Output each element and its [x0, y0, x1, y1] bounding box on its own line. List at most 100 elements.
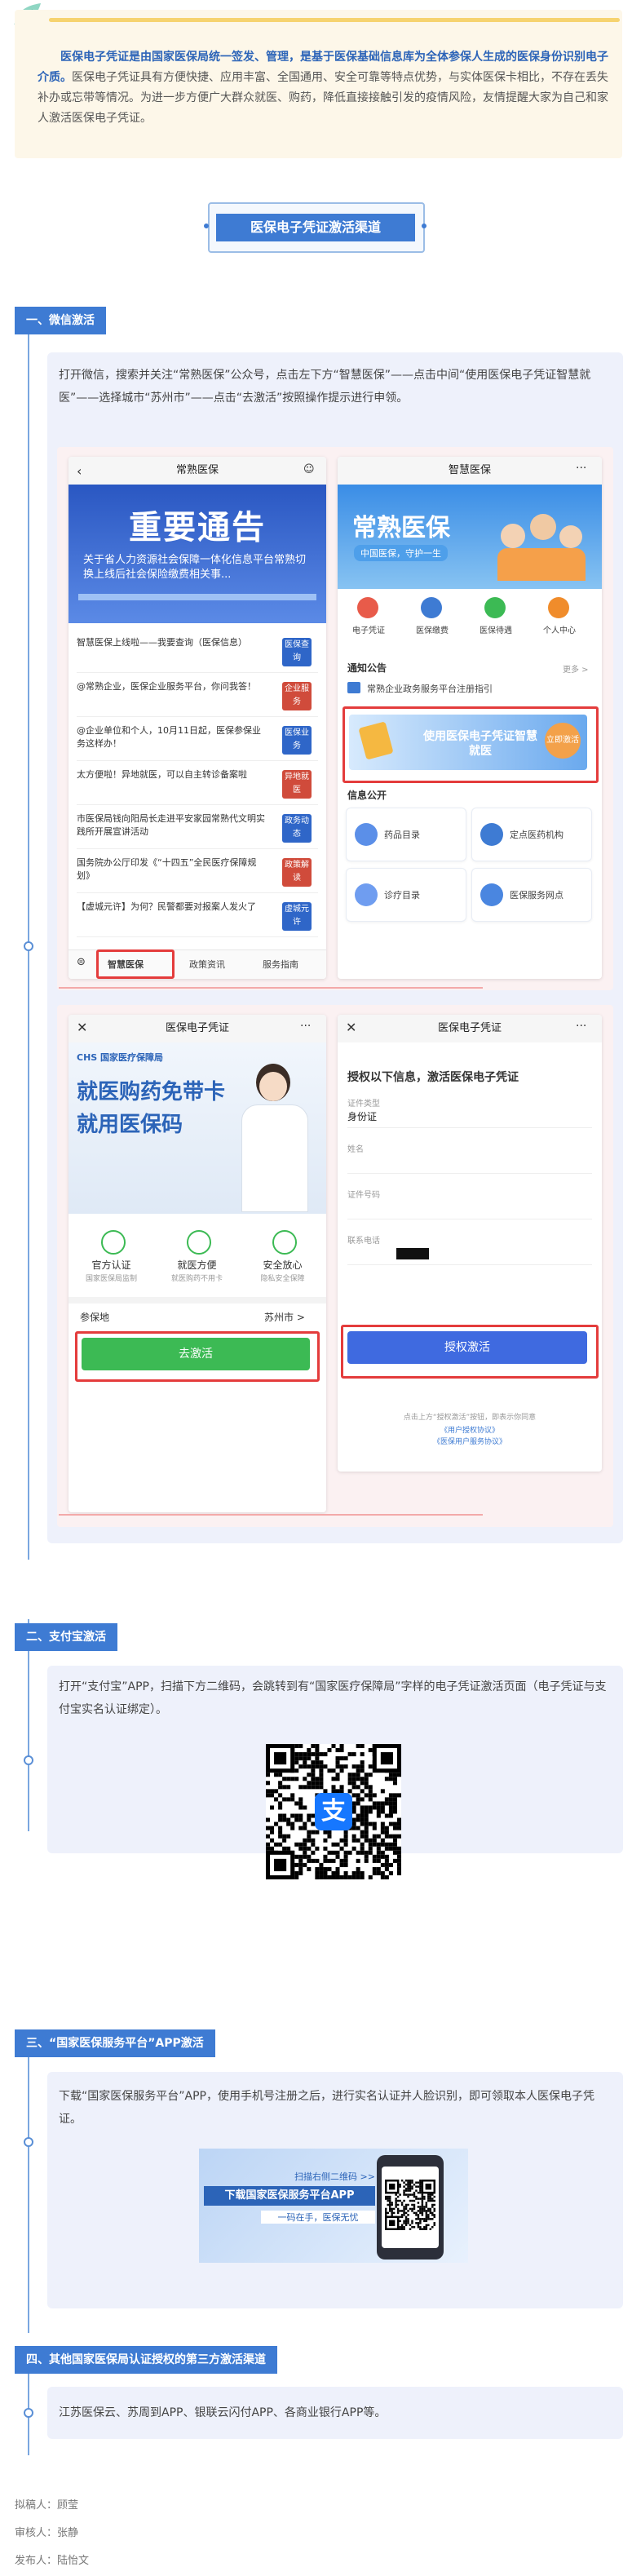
article-title: 智慧医保上线啦——我要查询（医保信息） [77, 637, 247, 648]
quick-icon-2[interactable] [484, 597, 506, 618]
article-item[interactable]: 太方便啦！异地就医，可以自主转诊备案啦 异地就医 [77, 764, 318, 805]
close-icon[interactable]: ✕ [346, 1020, 356, 1035]
info-card[interactable]: 定点医药机构 [471, 808, 592, 861]
quick-icon-3[interactable] [548, 597, 569, 618]
info-card-icon [355, 823, 378, 846]
timeline-dot-2 [24, 1755, 33, 1765]
intro-accent-bar [49, 18, 620, 22]
phone4-titlebar: 医保电子凭证 [338, 1015, 602, 1042]
article-tag: 医保业务 [282, 726, 312, 755]
more-icon[interactable]: ··· [576, 1020, 586, 1033]
redaction-mask [396, 1248, 429, 1259]
feature-icon [187, 1230, 211, 1255]
tab-guide[interactable]: 服务指南 [263, 958, 298, 971]
quick-icon-0[interactable] [357, 597, 378, 618]
alipay-icon: 支 [315, 1793, 352, 1830]
feature-sub: 隐私安全保障 [260, 1275, 305, 1283]
keyboard-icon[interactable]: ⊜ [77, 956, 86, 968]
place-value[interactable]: 苏州市 > [264, 1310, 305, 1324]
brand-slogan: 中国医保，守护一生 [354, 545, 448, 561]
article-title: @企业单位和个人，10月11日起，医保参保业务这样办！ [77, 725, 261, 749]
use-card-text: 使用医保电子凭证智慧就医 [423, 730, 537, 758]
activate-now-button[interactable]: 立即激活 [545, 723, 581, 759]
user-icon[interactable]: ☺ [303, 463, 315, 476]
quick-icon-label: 个人中心 [543, 626, 576, 635]
field-value: 身份证 [347, 1111, 378, 1122]
section-3-text: 下载“国家医保服务平台”APP，使用手机号注册之后，进行实名认证并人脸识别，即可… [59, 2090, 594, 2126]
info-card-label: 医保服务网点 [510, 890, 563, 901]
section-2-text: 打开“支付宝”APP，扫描下方二维码，会跳转到有“国家医疗保障局”字样的电子凭证… [59, 1680, 607, 1716]
more-icon[interactable]: ··· [576, 462, 586, 475]
more-link[interactable]: 更多 > [563, 662, 589, 675]
user-agreement-link[interactable]: 《用户授权协议》 [338, 1424, 602, 1435]
row1-divider [59, 987, 483, 989]
brand-title: 常熟医保 [352, 514, 450, 542]
service-agreement-link[interactable]: 《医保用户服务协议》 [338, 1436, 602, 1446]
authorize-activate-button[interactable]: 授权激活 [347, 1331, 587, 1364]
go-activate-button[interactable]: 去激活 [82, 1338, 310, 1370]
field-label: 联系电话 [347, 1237, 380, 1246]
timeline-line-3 [28, 2056, 29, 2333]
banner-dot-right [422, 224, 426, 228]
promo-line-1: 就医购药免带卡 [77, 1080, 226, 1104]
notice-dots [78, 594, 316, 600]
article-item[interactable]: 国务院办公厅印发《“十四五”全民医疗保障规划》 政策解读 [77, 852, 318, 893]
article-item[interactable]: 智慧医保上线啦——我要查询（医保信息） 医保查询 [77, 631, 318, 673]
footer-author: 拟稿人：顾莹 [15, 2499, 79, 2512]
tab-smart-medical[interactable]: 智慧医保 [108, 958, 144, 971]
phone-mockup [377, 2155, 444, 2260]
quick-icon-1[interactable] [421, 597, 442, 618]
banner-dot-left [204, 224, 209, 228]
notice-item[interactable]: 常熟企业政务服务平台注册指引 [367, 682, 493, 695]
download-app-label: 下载国家医保服务平台APP [204, 2186, 375, 2206]
section-2-heading: 二、支付宝激活 [15, 1623, 117, 1651]
phone1-title: 常熟医保 [175, 464, 219, 476]
field-label: 证件类型 [347, 1100, 380, 1109]
article-tag: 政务动态 [282, 814, 312, 843]
auth-fields: 证件类型 身份证 姓名 证件号码 联系电话 [347, 1096, 592, 1292]
phone-authorize: 医保电子凭证 ✕ ··· 授权以下信息，激活医保电子凭证 证件类型 身份证 姓名 证件… [338, 1015, 602, 1472]
section-3-heading: 三、“国家医保服务平台”APP激活 [15, 2029, 215, 2057]
back-icon[interactable]: ‹ [77, 463, 82, 479]
section-1-text: 打开微信，搜索并关注“常熟医保”公众号，点击左下方“智慧医保”——点击中间“使用… [59, 369, 591, 405]
article-title: 【虚城元许】为何？民警都要对报案人发火了 [77, 901, 256, 912]
section-4-text: 江苏医保云、苏周到APP、银联云闪付APP、各商业银行APP等。 [59, 2406, 387, 2419]
family-illustration [493, 499, 590, 581]
field-underline [347, 1127, 592, 1128]
article-tag: 企业服务 [282, 682, 312, 710]
phone3-title: 医保电子凭证 [165, 1022, 229, 1034]
article-item[interactable]: @常熟企业，医保企业服务平台，你问我答！ 企业服务 [77, 675, 318, 717]
feature-name: 官方认证 [91, 1259, 131, 1271]
place-label: 参保地 [80, 1312, 110, 1323]
article-item[interactable]: 市医保局钱向阳局长走进平安家园常熟代文明实践所开展宣讲活动 政务动态 [77, 808, 318, 849]
notice-sub: 关于省人力资源社会保障一体化信息平台常熟切换上线后社会保险缴费相关事... [83, 554, 307, 581]
feature-name: 安全放心 [263, 1259, 303, 1271]
article-item[interactable]: 【虚城元许】为何？民警都要对报案人发火了 虚城元许 [77, 896, 318, 937]
phone1-titlebar: 常熟医保 [69, 457, 326, 485]
info-card[interactable]: 诊疗目录 [346, 868, 466, 922]
section-1-heading: 一、微信激活 [15, 307, 106, 334]
info-card-icon [480, 823, 503, 846]
phone-changshu-yibao: 常熟医保 ‹ ☺ 重要通告 关于省人力资源社会保障一体化信息平台常熟切换上线后社… [69, 457, 326, 979]
feature-sub: 就医购药不用卡 [170, 1275, 223, 1283]
app-slogan: 一码在手，医保无忧 [261, 2211, 375, 2224]
timeline-dot-3 [24, 2137, 33, 2147]
footer-reviewer: 审核人：张静 [15, 2527, 79, 2539]
info-card[interactable]: 药品目录 [346, 808, 466, 861]
close-icon[interactable]: ✕ [77, 1020, 87, 1035]
agree-text: 点击上方“授权激活”按钮，即表示你同意 [403, 1414, 537, 1422]
info-card[interactable]: 医保服务网点 [471, 868, 592, 922]
info-card-icon [480, 883, 503, 906]
tab-policy[interactable]: 政策资讯 [189, 958, 225, 971]
field-underline [347, 1264, 592, 1265]
article-item[interactable]: @企业单位和个人，10月11日起，医保参保业务这样办！ 医保业务 [77, 719, 318, 761]
quick-icon-label: 电子凭证 [352, 626, 385, 635]
more-icon[interactable]: ··· [300, 1020, 311, 1033]
feature-list: 官方认证 国家医保局监制 就医方便 就医购药不用卡 安全放心 隐私安全保障 [69, 1225, 326, 1290]
info-card-label: 诊疗目录 [384, 890, 420, 901]
article-title: 太方便啦！异地就医，可以自主转诊备案啦 [77, 769, 247, 780]
info-card-icon [355, 883, 378, 906]
article-tag: 医保查询 [282, 638, 312, 666]
feature-sub: 国家医保局监制 [85, 1275, 137, 1283]
redaction-mask [347, 1157, 404, 1168]
